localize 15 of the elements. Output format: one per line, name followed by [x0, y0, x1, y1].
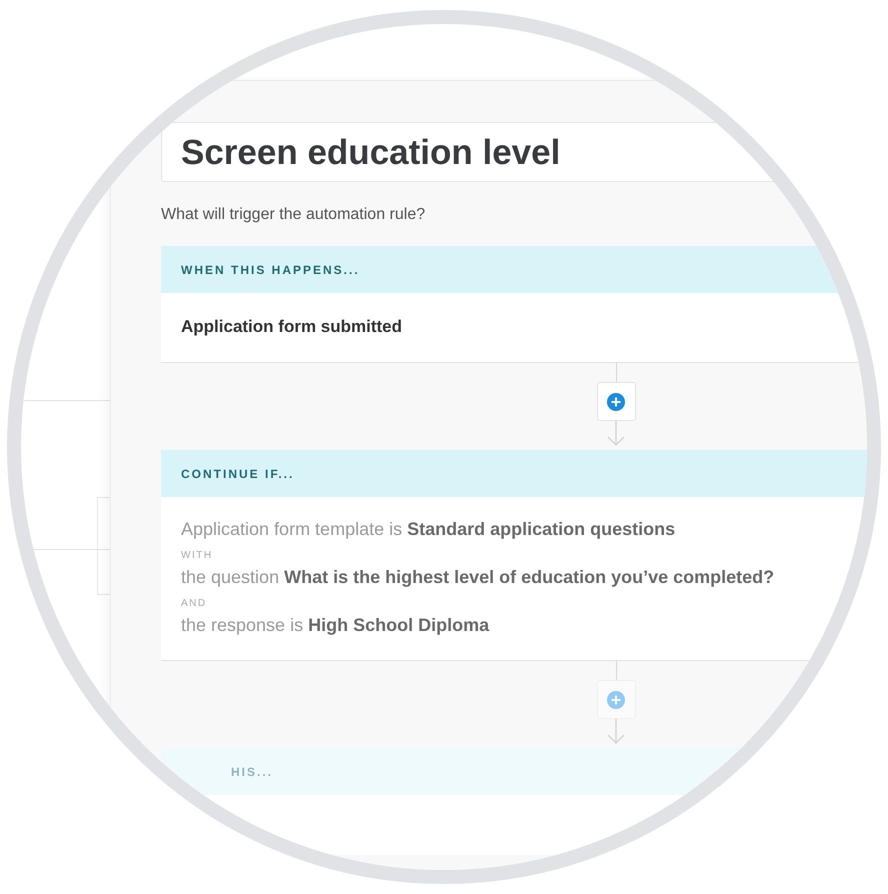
condition-text: Application form template is Standard application questions	[181, 519, 676, 540]
prompt-text: What will trigger the automation rule?	[161, 206, 426, 225]
plus-icon	[607, 392, 625, 410]
trigger-text: Application form submitted	[181, 317, 403, 337]
condition-text: the response is High School Diploma	[181, 615, 490, 636]
down-arrow-icon	[606, 719, 626, 745]
section-title: WHEN THIS HAPPENS...	[181, 262, 360, 276]
section-title: HIS...	[231, 764, 274, 778]
plus-icon	[607, 690, 625, 708]
down-arrow-icon	[606, 421, 626, 447]
condition-text: the question What is the highest level of education you’ve completed?	[181, 567, 776, 588]
add-step-button[interactable]	[596, 382, 636, 421]
section-title: CONTINUE IF...	[181, 466, 294, 480]
joiner-label: AND	[181, 598, 208, 609]
joiner-label: WITH	[181, 550, 214, 561]
